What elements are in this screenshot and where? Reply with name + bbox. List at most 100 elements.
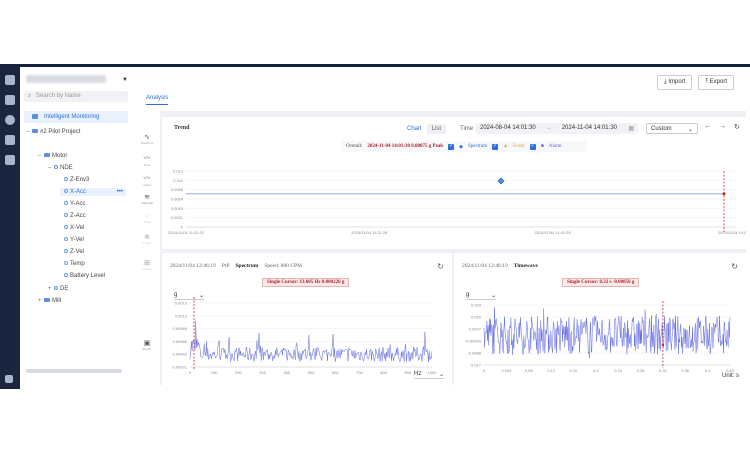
- folder-icon: [44, 298, 50, 302]
- point-icon: [64, 225, 68, 229]
- tree-node-pilot-project[interactable]: – #2 Pilot Project: [26, 129, 80, 135]
- y-tick-label: 0.00066: [173, 339, 188, 344]
- tree-node-de[interactable]: + DE: [48, 286, 68, 292]
- y-tick-label: -0.00043: [465, 339, 482, 344]
- end-date[interactable]: 2024-11-04 14:01:30: [562, 125, 617, 132]
- tree-node-point[interactable]: Y-Acc: [64, 201, 85, 207]
- tools-icon[interactable]: [5, 155, 15, 165]
- x-unit-label: Unit: s: [722, 373, 740, 379]
- main-panel: ⤓ Import ⤒ Export Analysis ∿ Spectrum 〰 Ti…: [132, 67, 750, 389]
- settings-icon[interactable]: [5, 135, 15, 145]
- waterfall-tool-icon[interactable]: ≋ Waterfall: [139, 193, 155, 205]
- refresh-icon[interactable]: ↻: [734, 123, 740, 131]
- tree-node-point[interactable]: Z-Vel: [64, 249, 84, 255]
- export-button[interactable]: ⤒ Export: [698, 75, 734, 90]
- overall-label: Overall:: [346, 144, 363, 149]
- spectrum-tool-icon[interactable]: ∿ Spectrum: [139, 133, 155, 145]
- folder-icon: [44, 153, 50, 157]
- x-tick-label: 0.08: [525, 368, 534, 373]
- cursor-tool-icon[interactable]: ⊞ Cursor: [139, 259, 155, 271]
- tree-node-point[interactable]: Z-Env3: [64, 177, 89, 183]
- arrow-left-icon[interactable]: ←: [704, 123, 711, 131]
- x-unit-select[interactable]: Hz ⌄: [414, 371, 444, 379]
- import-button[interactable]: ⤓ Import: [656, 75, 693, 90]
- y-tick-label: 0.024: [471, 303, 482, 308]
- x-tick-label: 700: [356, 370, 363, 375]
- y-tick-label: 0.013: [173, 169, 184, 174]
- intelligent-monitoring-item[interactable]: Intelligent Monitoring: [24, 111, 128, 123]
- export-label: Export: [709, 79, 727, 85]
- list-tab[interactable]: List: [426, 124, 447, 134]
- start-date[interactable]: 2024-08-04 14:01:30: [480, 125, 536, 132]
- range-arrow: →: [545, 125, 552, 131]
- range-mode-select[interactable]: Custom ⌄: [646, 123, 698, 134]
- x-tick-label: 600: [332, 370, 339, 375]
- location-icon: [54, 286, 58, 290]
- tree-node-mill[interactable]: + Mill: [38, 298, 61, 304]
- tree-node-point[interactable]: Temp: [64, 261, 85, 267]
- x-tick-label: 0.004: [501, 368, 512, 373]
- x-tick-label: 400: [283, 370, 290, 375]
- trend-tool-icon[interactable]: 〰 Trend: [139, 173, 155, 187]
- tree-node-point-selected[interactable]: X-Acc •••: [60, 188, 126, 196]
- legend-alarm: Alarm: [548, 144, 562, 149]
- tree-node-point[interactable]: Y-Vel: [64, 237, 84, 243]
- arrow-right-icon[interactable]: →: [719, 123, 726, 131]
- tool-label: Spectrum: [140, 141, 154, 145]
- time-label: Time: [460, 126, 474, 132]
- time-tool-icon[interactable]: 〰 Time: [139, 153, 155, 167]
- x-tick-label: 500: [308, 370, 315, 375]
- y-tick-label: -0.017: [470, 363, 482, 368]
- tool-label: Time: [143, 163, 151, 167]
- monitor-icon[interactable]: [5, 115, 15, 125]
- y-tick-label: 0.0085: [171, 187, 184, 192]
- dashboard-icon[interactable]: [5, 95, 15, 105]
- x-tick-label: 2024/11/04 11:21:28: [351, 230, 388, 235]
- checkbox-event[interactable]: ✓: [492, 143, 499, 150]
- timewave-chart[interactable]: 0.024 0.016 0.0077 -0.00043 -0.0088 -0.0170 0.…: [454, 253, 746, 385]
- y-tick-label: 0.011: [173, 178, 183, 183]
- checkbox-alarm[interactable]: ✓: [529, 143, 536, 150]
- trend-title: Trend: [174, 125, 190, 131]
- x-tick-label: 0: [483, 368, 486, 373]
- phase-tool-icon[interactable]: ⊕ Phase: [139, 233, 155, 245]
- tree-node-motor[interactable]: – Motor: [38, 153, 67, 159]
- x-tick-label: 2024/11/04 14:01:21: [718, 230, 746, 235]
- trend-chart[interactable]: 0.0130.0110.00850.00640.00430.002102024/…: [162, 117, 746, 249]
- x-tick-label: 2024/11/04 11:01:31: [168, 230, 205, 235]
- export-tool-icon[interactable]: ▣ Export: [139, 339, 155, 351]
- left-rail: [0, 67, 20, 389]
- search-input[interactable]: ⌕ Search by Name: [24, 91, 128, 102]
- tool-label: Waterfall: [141, 201, 153, 205]
- folder-icon: [32, 129, 38, 133]
- tree-node-point[interactable]: X-Vel: [64, 225, 84, 231]
- spectrum-marker: [497, 177, 505, 185]
- spectrum-chart[interactable]: 0.0015 0.0012 0.00089 0.00066 0.00042 0.00021…: [162, 253, 452, 385]
- date-range-picker[interactable]: 2024-08-04 14:01:30 → 2024-11-04 14:01:3…: [476, 123, 638, 134]
- tree-node-point[interactable]: Z-Acc: [64, 213, 86, 219]
- project-selector[interactable]: [26, 75, 106, 83]
- node-label: Z-Env3: [70, 177, 90, 183]
- home-icon[interactable]: [5, 75, 15, 85]
- node-label: Y-Vel: [70, 237, 84, 243]
- horizontal-scrollbar[interactable]: [26, 369, 122, 373]
- tree-node-nde[interactable]: – NDE: [48, 165, 73, 171]
- chevron-down-icon[interactable]: ▼: [122, 77, 128, 83]
- chart-tab[interactable]: Chart: [402, 124, 427, 134]
- tool-label: Orbit: [143, 220, 151, 224]
- menu-icon[interactable]: [5, 375, 13, 383]
- y-tick-label: -0.0088: [467, 351, 481, 356]
- checkbox-spectrum[interactable]: ✓: [448, 143, 455, 150]
- tool-label: Export: [142, 347, 152, 351]
- tab-analysis[interactable]: Analysis: [146, 95, 169, 105]
- point-icon: [64, 177, 68, 181]
- more-icon[interactable]: •••: [117, 189, 123, 195]
- node-label: Mill: [52, 298, 61, 304]
- orbit-tool-icon[interactable]: ◌ Orbit: [139, 213, 155, 224]
- node-label: DE: [60, 286, 69, 292]
- x-tick-label: 900: [404, 370, 411, 375]
- node-label: NDE: [60, 165, 73, 171]
- tree-node-point[interactable]: Battery Level: [64, 273, 105, 279]
- x-tick-label: 800: [380, 370, 387, 375]
- x-tick-label: 0.36: [681, 368, 690, 373]
